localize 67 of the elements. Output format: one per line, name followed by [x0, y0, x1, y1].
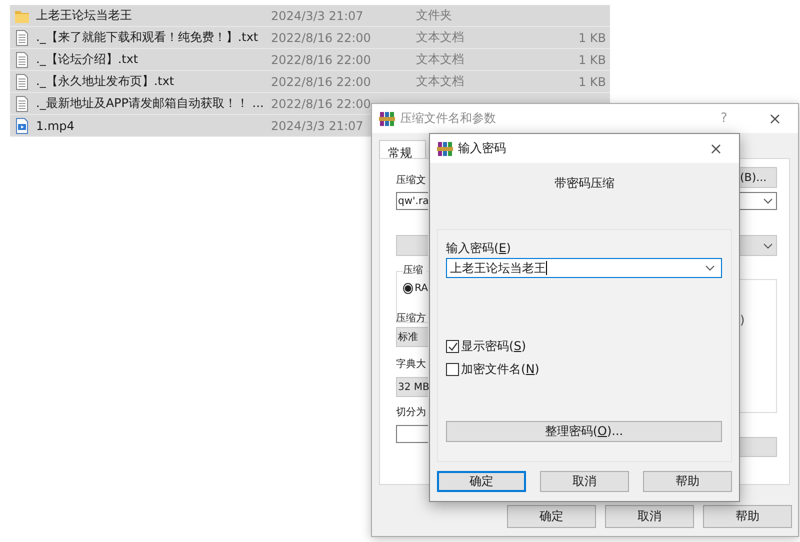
file-name: ._【来了就能下载和观看！纯免费！】.txt: [36, 29, 260, 46]
file-date: 2024/3/3 21:07: [271, 118, 364, 132]
chevron-down-icon: [763, 242, 773, 248]
field-label: 压缩方: [396, 312, 427, 326]
dialog-button[interactable]: 确定: [507, 505, 596, 528]
file-type: 文本文档: [416, 51, 465, 68]
file-row[interactable]: ._【论坛介绍】.txt 2022/8/16 22:00 文本文档 1 KB: [10, 49, 610, 71]
option-label: ): [740, 313, 746, 327]
document-icon: [14, 96, 30, 112]
field-label: 压缩文: [396, 174, 427, 188]
file-size: 1 KB: [577, 30, 607, 44]
file-name: 上老王论坛当老王: [36, 7, 133, 24]
radio-label: RA: [414, 283, 428, 294]
chevron-down-icon: [763, 198, 773, 204]
file-size: 1 KB: [577, 74, 607, 88]
checkbox-label: 加密文件名(N): [461, 361, 540, 378]
close-button[interactable]: ×: [693, 139, 739, 158]
file-type: 文本文档: [416, 29, 465, 46]
file-name: ._最新地址及APP请发邮箱自动获取！！ ...: [36, 95, 265, 112]
video-file-icon: [14, 118, 30, 134]
filename-field[interactable]: qw'.ra: [396, 192, 428, 210]
checkbox[interactable]: [446, 363, 459, 376]
field-label: 切分为: [396, 406, 427, 420]
text-cursor: [546, 261, 547, 275]
file-name: 1.mp4: [36, 118, 76, 132]
dialog-button[interactable]: 帮助: [643, 471, 732, 492]
file-row[interactable]: ._【永久地址发布页】.txt 2022/8/16 22:00 文本文档 1 KB: [10, 71, 610, 93]
file-size: 1 KB: [577, 52, 607, 66]
close-button[interactable]: ×: [752, 109, 798, 128]
tab[interactable]: 常规: [379, 140, 426, 158]
dialog-button[interactable]: 取消: [605, 505, 694, 528]
radio-button[interactable]: [403, 283, 413, 294]
window-title: 输入密码: [458, 140, 506, 157]
file-date: 2022/8/16 22:00: [271, 74, 372, 88]
file-type: 文本文档: [416, 73, 465, 90]
dialog-heading: 带密码压缩: [554, 175, 616, 191]
checkbox-label: 显示密码(S): [461, 338, 526, 355]
field-label: 输入密码(E): [446, 240, 512, 256]
dialog-button[interactable]: 取消: [540, 471, 629, 492]
split-size-field[interactable]: [396, 425, 428, 443]
file-date: 2022/8/16 22:00: [271, 30, 372, 44]
chevron-down-icon: [705, 265, 715, 271]
field-label: 字典大: [396, 358, 427, 372]
file-date: 2024/3/3 21:07: [271, 8, 364, 22]
file-name: ._【论坛介绍】.txt: [36, 51, 140, 68]
manage-passwords-button[interactable]: 整理密码(O)...: [446, 421, 722, 442]
method-dropdown[interactable]: 标准: [396, 327, 428, 347]
document-icon: [14, 30, 30, 46]
checkmark-icon: [448, 342, 458, 352]
browse-button[interactable]: (B)...: [740, 167, 777, 188]
filename-dropdown[interactable]: [740, 192, 777, 210]
file-row[interactable]: ._【来了就能下载和观看！纯免费！】.txt 2022/8/16 22:00 文本文档 1 KB: [10, 27, 610, 49]
checkbox[interactable]: [446, 340, 459, 353]
dictionary-dropdown[interactable]: 32 MB: [396, 377, 428, 397]
file-name: ._【永久地址发布页】.txt: [36, 73, 176, 90]
dialog-button[interactable]: 确定: [437, 471, 526, 492]
books-icon: [379, 110, 395, 126]
field-value: 上老王论坛当老王: [450, 260, 546, 276]
document-icon: [14, 74, 30, 90]
password-field[interactable]: 上老王论坛当老王: [446, 258, 722, 278]
file-type: 文件夹: [416, 7, 453, 24]
document-icon: [14, 52, 30, 68]
dialog-button[interactable]: 帮助: [703, 505, 792, 528]
file-row[interactable]: 上老王论坛当老王 2024/3/3 21:07 文件夹: [10, 5, 610, 27]
file-date: 2022/8/16 22:00: [271, 96, 372, 110]
file-date: 2022/8/16 22:00: [271, 52, 372, 66]
books-icon: [437, 140, 453, 156]
